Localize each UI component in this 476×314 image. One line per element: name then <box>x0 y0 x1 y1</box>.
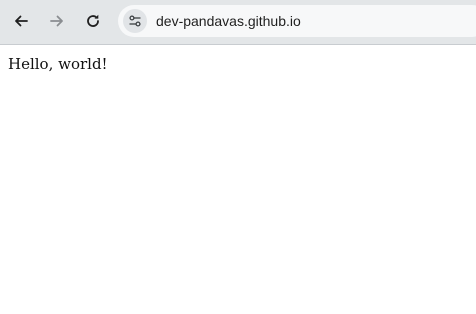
tune-icon <box>129 15 141 27</box>
body-text: Hello, world! <box>8 55 108 73</box>
page-content: Hello, world! <box>0 46 476 314</box>
url-text[interactable]: dev-pandavas.github.io <box>156 5 301 37</box>
site-info-button[interactable] <box>123 9 147 33</box>
browser-toolbar: dev-pandavas.github.io <box>0 0 476 45</box>
address-bar[interactable]: dev-pandavas.github.io <box>118 5 476 37</box>
back-button[interactable] <box>6 6 36 36</box>
reload-button[interactable] <box>78 6 108 36</box>
forward-arrow-icon <box>50 15 63 27</box>
forward-button[interactable] <box>42 6 72 36</box>
reload-icon <box>87 14 99 27</box>
back-arrow-icon <box>15 15 28 27</box>
